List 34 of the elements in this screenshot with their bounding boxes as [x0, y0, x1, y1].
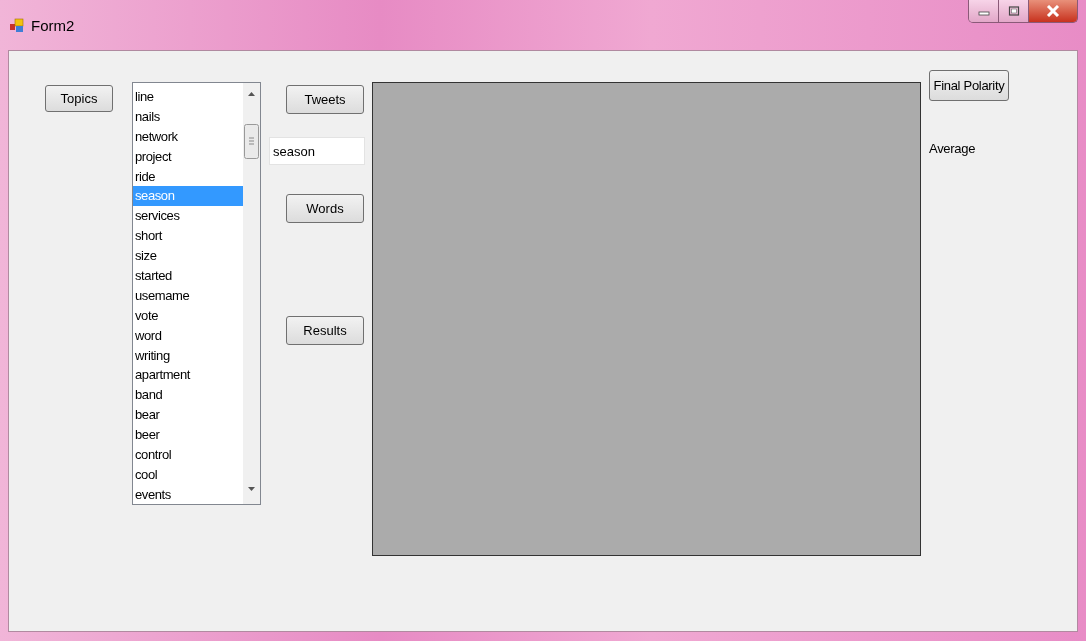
polarity-label: Average	[929, 141, 976, 156]
list-item[interactable]: apartment	[133, 365, 243, 386]
list-item[interactable]: size	[133, 246, 243, 266]
list-item[interactable]: project	[133, 146, 243, 167]
list-item[interactable]: bear	[133, 405, 243, 426]
list-item[interactable]: word	[133, 325, 243, 346]
list-item[interactable]: control	[133, 445, 243, 465]
list-item[interactable]: started	[133, 266, 243, 286]
close-button[interactable]	[1029, 0, 1077, 22]
list-item[interactable]: usemame	[133, 285, 243, 306]
list-item[interactable]: writing	[133, 345, 243, 366]
maximize-button[interactable]	[999, 0, 1029, 22]
list-item[interactable]: vote	[133, 305, 243, 326]
tweets-button[interactable]: Tweets	[286, 85, 364, 114]
close-icon	[1046, 5, 1060, 17]
topics-button[interactable]: Topics	[45, 85, 113, 112]
maximize-icon	[1007, 6, 1020, 16]
window-title: Form2	[31, 16, 75, 34]
list-item[interactable]: nails	[133, 106, 243, 127]
topic-input-field[interactable]: season	[269, 137, 365, 165]
list-item[interactable]: band	[133, 385, 243, 406]
app-icon	[9, 17, 25, 33]
minimize-button[interactable]	[969, 0, 999, 22]
final-polarity-button[interactable]: Final Polarity	[929, 70, 1009, 101]
list-item[interactable]: network	[133, 126, 243, 147]
list-item[interactable]: beer	[133, 425, 243, 446]
results-button[interactable]: Results	[286, 316, 364, 345]
words-button[interactable]: Words	[286, 194, 364, 223]
list-item[interactable]: ride	[133, 166, 243, 187]
list-item[interactable]: line	[133, 87, 243, 107]
list-item[interactable]: events	[133, 484, 243, 505]
list-item[interactable]: services	[133, 206, 243, 227]
list-item[interactable]: short	[133, 226, 243, 247]
list-item[interactable]: cool	[133, 464, 243, 485]
